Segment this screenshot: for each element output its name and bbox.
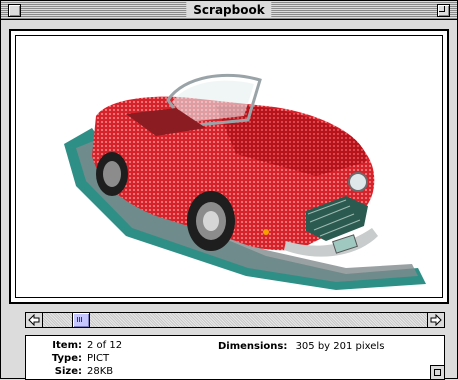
item-row: Item: 2 of 12 — [34, 339, 122, 352]
scrapbook-content-frame — [9, 29, 449, 304]
size-label: Size: — [54, 366, 82, 377]
item-value: 2 of 12 — [87, 340, 123, 351]
car-turn-signal — [263, 229, 269, 235]
car-headlight — [348, 172, 368, 192]
item-info-panel: Item: 2 of 12 Type: PICT Size: 28KB Dimensi… — [25, 335, 445, 380]
size-value: 28KB — [87, 366, 114, 377]
close-box-icon[interactable] — [8, 4, 21, 17]
scroll-left-button[interactable] — [26, 313, 43, 327]
horizontal-scrollbar[interactable] — [25, 312, 445, 328]
scroll-right-button[interactable] — [427, 313, 444, 327]
dimensions-value: 305 by 201 pixels — [295, 341, 385, 352]
scrapbook-image-area — [15, 35, 443, 298]
item-label: Item: — [52, 340, 82, 351]
dimensions-label: Dimensions: — [218, 341, 288, 352]
type-value: PICT — [87, 353, 110, 364]
zoom-box-icon[interactable] — [437, 4, 450, 17]
resize-box-icon[interactable] — [430, 365, 444, 379]
scrapbook-window: Scrapbook Item: 2 of 12 Type: PICT Size:… — [0, 0, 458, 380]
size-row: Size: 28KB — [34, 365, 113, 378]
scroll-thumb[interactable] — [72, 313, 90, 327]
title-bar[interactable]: Scrapbook — [1, 1, 457, 20]
window-title: Scrapbook — [186, 2, 272, 18]
type-label: Type: — [51, 353, 82, 364]
type-row: Type: PICT — [34, 352, 109, 365]
red-convertible-car-image — [64, 73, 426, 290]
left-arrow-icon — [28, 314, 40, 326]
dimensions-row: Dimensions: 305 by 201 pixels — [218, 340, 384, 353]
right-arrow-icon — [430, 314, 442, 326]
